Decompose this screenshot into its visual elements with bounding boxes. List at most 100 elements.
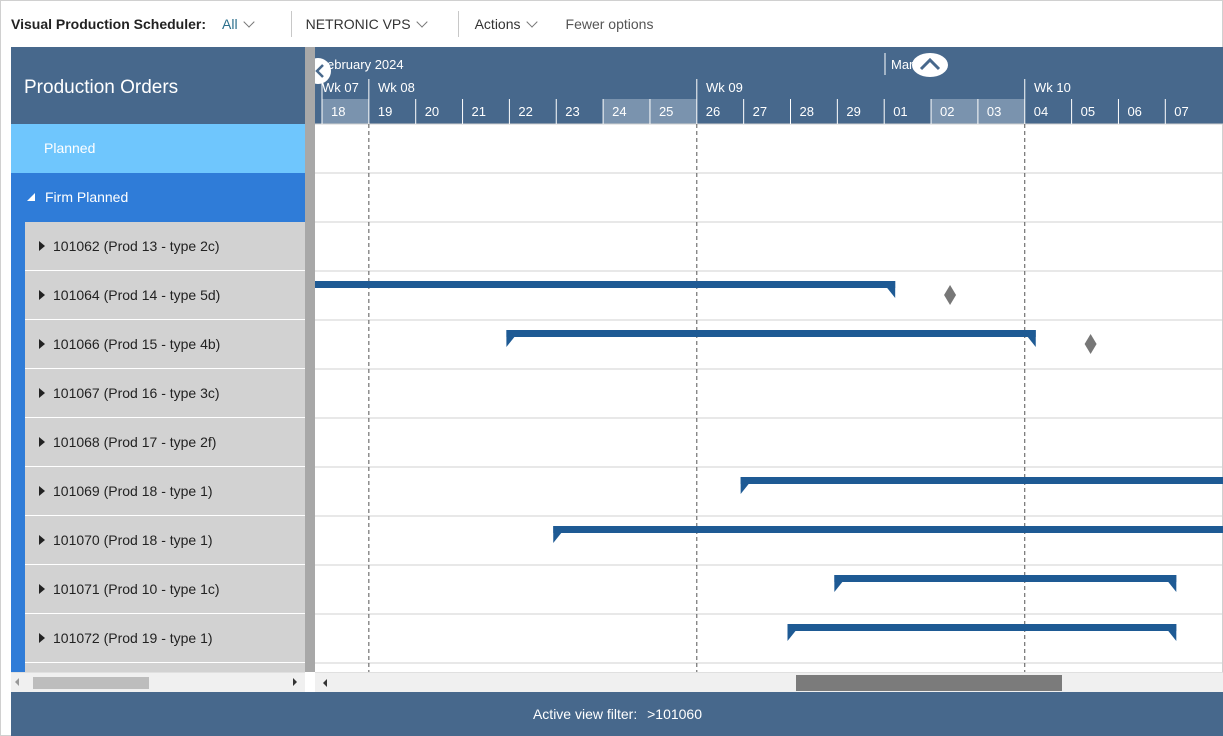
production-orders-header: Production Orders (11, 47, 305, 124)
order-row[interactable]: 101071 (Prod 10 - type 1c) (25, 565, 305, 614)
timeline-day-label: 26 (706, 104, 720, 119)
gantt-bar-body (834, 575, 1177, 582)
timeline-day-label: 05 (1081, 104, 1095, 119)
expand-arrow-icon[interactable] (39, 388, 45, 398)
timeline-day-label: 29 (846, 104, 860, 119)
gantt-bar-body (506, 330, 1036, 337)
timeline-day-label: 02 (940, 104, 954, 119)
order-label: 101064 (Prod 14 - type 5d) (53, 287, 221, 303)
scroll-right-arrow-icon[interactable] (293, 678, 297, 686)
expand-arrow-icon[interactable] (39, 437, 45, 447)
timeline-day-label: 23 (565, 104, 579, 119)
expand-arrow-icon[interactable] (39, 290, 45, 300)
order-label: 101069 (Prod 18 - type 1) (53, 483, 213, 499)
gantt-bar[interactable] (506, 330, 1036, 347)
timeline-day-label: 25 (659, 104, 673, 119)
gantt-horizontal-scrollbar[interactable] (315, 672, 1223, 692)
timeline-week-label: Wk 09 (706, 80, 743, 95)
toolbar: Visual Production Scheduler: All NETRONI… (1, 1, 1223, 47)
timeline-day-label: 04 (1034, 104, 1048, 119)
collapse-triangle-icon[interactable] (27, 193, 35, 201)
timeline-week-label: Wk 08 (378, 80, 415, 95)
active-view-filter-label: Active view filter: (532, 706, 638, 722)
timeline-day-label: 27 (753, 104, 767, 119)
order-row[interactable]: 101064 (Prod 14 - type 5d) (25, 271, 305, 320)
view-filter-dropdown[interactable]: All (222, 16, 255, 32)
expand-arrow-icon[interactable] (39, 535, 45, 545)
order-row[interactable]: 101070 (Prod 18 - type 1) (25, 516, 305, 565)
order-row[interactable]: 101062 (Prod 13 - type 2c) (25, 222, 305, 271)
view-filter-value: All (222, 16, 238, 32)
milestone-diamond-icon[interactable] (1084, 334, 1097, 354)
expand-arrow-icon[interactable] (39, 486, 45, 496)
actions-label: Actions (474, 16, 521, 32)
scheduler-name-dropdown[interactable]: NETRONIC VPS (305, 16, 428, 32)
group-indent-bar (11, 222, 25, 672)
timeline-day-label: 20 (425, 104, 439, 119)
timeline-day-label: 03 (987, 104, 1001, 119)
chevron-down-icon (525, 16, 538, 28)
expand-arrow-icon[interactable] (39, 584, 45, 594)
group-row-planned[interactable]: Planned (11, 124, 305, 173)
scroll-left-arrow-icon[interactable] (323, 679, 327, 687)
gantt-bar[interactable] (315, 281, 896, 298)
gantt-bar[interactable] (834, 575, 1177, 592)
group-row-firm-planned[interactable]: Firm Planned (11, 173, 305, 222)
active-view-filter-value: >101060 (647, 706, 703, 722)
gantt-grid (315, 123, 1223, 672)
expand-arrow-icon[interactable] (39, 241, 45, 251)
timeline-week-label: Wk 07 (322, 80, 359, 95)
gantt-bar-body (553, 526, 1223, 533)
gantt-chart: ebruary 2024 Mar 024 Wk 07 Wk 08 Wk 09 W… (315, 47, 1223, 672)
left-horizontal-scrollbar[interactable] (11, 672, 305, 692)
scrollbar-thumb[interactable] (796, 675, 1062, 691)
order-label: 101068 (Prod 17 - type 2f) (53, 434, 217, 450)
timeline-day-label: 01 (893, 104, 907, 119)
toolbar-divider (457, 11, 459, 37)
order-label: 101070 (Prod 18 - type 1) (53, 532, 213, 548)
gantt-bar-body (787, 624, 1177, 631)
scrollbar-thumb[interactable] (33, 677, 149, 689)
timeline-day-label: 06 (1127, 104, 1141, 119)
timeline-day-label: 22 (518, 104, 532, 119)
timeline-month-label: ebruary 2024 (327, 57, 404, 72)
scroll-left-arrow-icon[interactable] (15, 678, 19, 686)
timeline-day-label: 28 (800, 104, 814, 119)
panel-splitter[interactable] (305, 47, 315, 672)
group-label-firm-planned: Firm Planned (45, 189, 129, 205)
gantt-bars (315, 281, 1223, 641)
order-label: 101071 (Prod 10 - type 1c) (53, 581, 220, 597)
order-row[interactable]: 101066 (Prod 15 - type 4b) (25, 320, 305, 369)
order-label: 101066 (Prod 15 - type 4b) (53, 336, 221, 352)
timeline-day-label: 24 (612, 104, 626, 119)
order-row[interactable]: 101068 (Prod 17 - type 2f) (25, 418, 305, 467)
toolbar-divider (290, 11, 292, 37)
order-list: 101062 (Prod 13 - type 2c) 101064 (Prod … (11, 222, 305, 672)
timeline-day-label: 07 (1174, 104, 1188, 119)
gantt-bar-body (740, 477, 1223, 484)
order-row[interactable]: 101069 (Prod 18 - type 1) (25, 467, 305, 516)
expand-arrow-icon[interactable] (39, 633, 45, 643)
chevron-down-icon (242, 16, 255, 28)
status-footer: Active view filter: >101060 (11, 692, 1223, 736)
collapse-header-icon[interactable] (912, 53, 948, 77)
actions-dropdown[interactable]: Actions (474, 16, 538, 32)
order-row[interactable]: 101067 (Prod 16 - type 3c) (25, 369, 305, 418)
gantt-bar[interactable] (740, 477, 1223, 494)
timeline-week-label: Wk 10 (1034, 80, 1071, 95)
order-label: 101062 (Prod 13 - type 2c) (53, 238, 220, 254)
gantt-bar[interactable] (553, 526, 1223, 543)
gantt-bar[interactable] (787, 624, 1177, 641)
milestone-diamond-icon[interactable] (944, 285, 957, 305)
timeline-day-label: 21 (472, 104, 486, 119)
scheduler-title: Visual Production Scheduler: (11, 16, 207, 32)
scheduler-name-label: NETRONIC VPS (305, 16, 411, 32)
order-label: 101072 (Prod 19 - type 1) (53, 630, 213, 646)
chevron-down-icon (415, 16, 428, 28)
gantt-canvas: ebruary 2024 Mar 024 Wk 07 Wk 08 Wk 09 W… (315, 47, 1223, 672)
order-row[interactable] (25, 663, 305, 672)
gantt-bar-body (315, 281, 896, 288)
expand-arrow-icon[interactable] (39, 339, 45, 349)
order-row[interactable]: 101072 (Prod 19 - type 1) (25, 614, 305, 663)
fewer-options-button[interactable]: Fewer options (566, 16, 654, 32)
